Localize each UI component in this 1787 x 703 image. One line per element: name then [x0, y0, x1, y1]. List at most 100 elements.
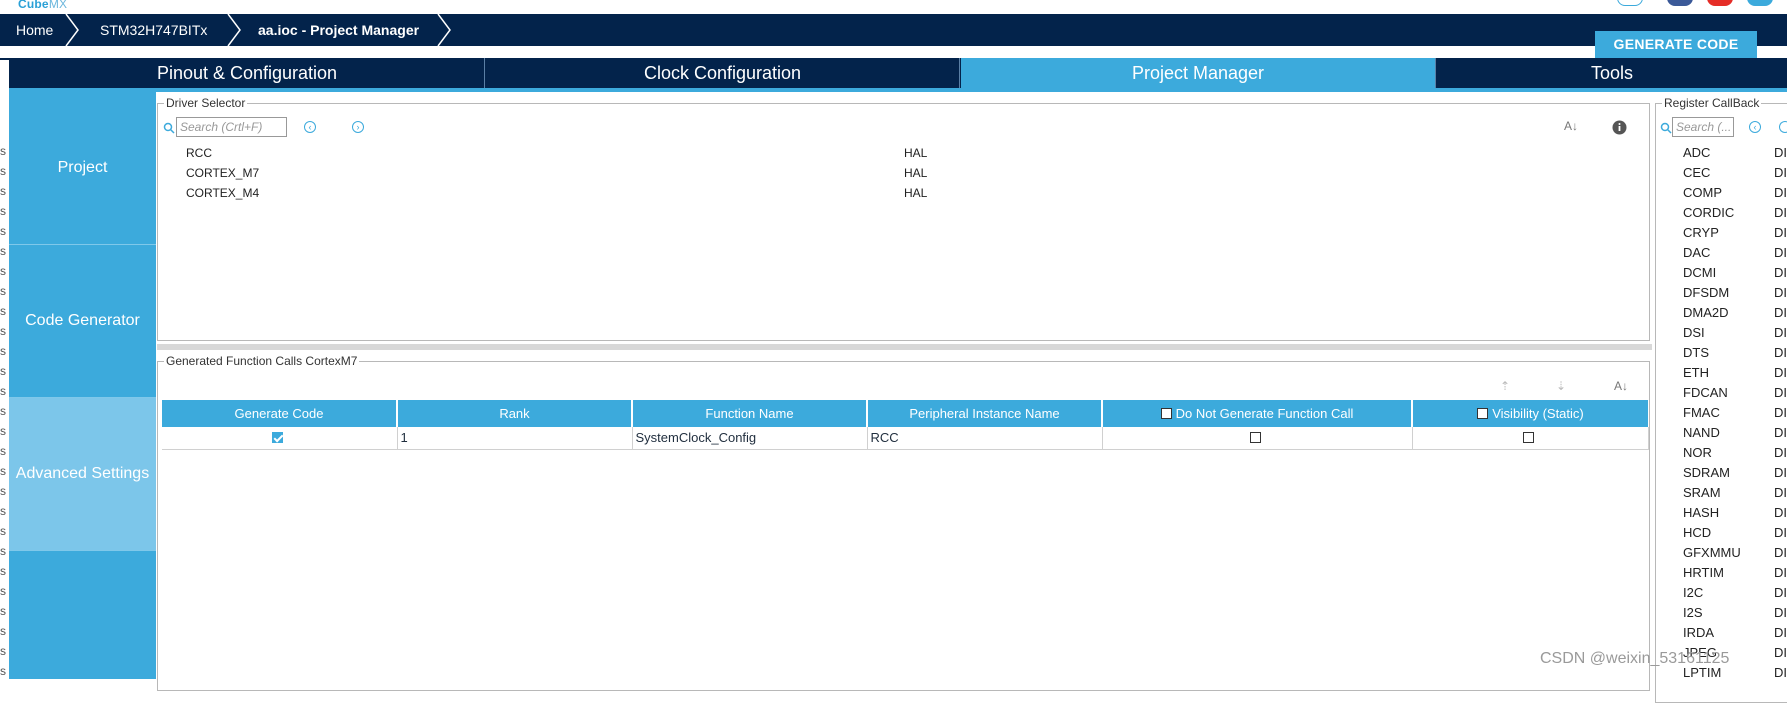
- callback-value[interactable]: DI: [1774, 385, 1787, 400]
- callback-value[interactable]: DI: [1774, 165, 1787, 180]
- callback-item[interactable]: CORDIC: [1683, 205, 1734, 220]
- callback-value[interactable]: DI: [1774, 445, 1787, 460]
- sort-up-icon[interactable]: ⇡: [1500, 379, 1510, 393]
- callback-value[interactable]: DI: [1774, 345, 1787, 360]
- callback-item[interactable]: DTS: [1683, 345, 1709, 360]
- callback-item[interactable]: I2C: [1683, 585, 1703, 600]
- header-checkbox[interactable]: [1477, 408, 1489, 420]
- column-rank[interactable]: Rank: [397, 400, 633, 427]
- callback-value[interactable]: DI: [1774, 325, 1787, 340]
- visibility-static-checkbox[interactable]: [1522, 432, 1534, 444]
- callback-value[interactable]: DI: [1774, 365, 1787, 380]
- callback-item[interactable]: DCMI: [1683, 265, 1716, 280]
- callback-value[interactable]: DI: [1774, 205, 1787, 220]
- callback-value[interactable]: DI: [1774, 605, 1787, 620]
- tab-clock[interactable]: Clock Configuration: [486, 58, 960, 88]
- callback-value[interactable]: DI: [1774, 505, 1787, 520]
- driver-row[interactable]: CORTEX_M7 HAL: [186, 163, 1286, 183]
- callback-value[interactable]: DI: [1774, 265, 1787, 280]
- twitter-icon[interactable]: [1747, 0, 1773, 6]
- previous-icon[interactable]: ‹: [1749, 121, 1761, 133]
- tab-project-manager[interactable]: Project Manager: [961, 58, 1436, 88]
- callback-item[interactable]: CEC: [1683, 165, 1710, 180]
- callback-item[interactable]: HASH: [1683, 505, 1719, 520]
- table-row[interactable]: 1 SystemClock_Config RCC: [162, 427, 1649, 450]
- generate-code-checkbox[interactable]: [271, 432, 283, 444]
- globe-icon[interactable]: [1617, 0, 1643, 6]
- callback-item[interactable]: NAND: [1683, 425, 1720, 440]
- callback-value[interactable]: DI: [1774, 225, 1787, 240]
- callback-item[interactable]: DSI: [1683, 325, 1705, 340]
- callback-item[interactable]: HRTIM: [1683, 565, 1724, 580]
- callback-value[interactable]: DI: [1774, 245, 1787, 260]
- callback-item[interactable]: SRAM: [1683, 485, 1721, 500]
- callback-value[interactable]: DI: [1774, 625, 1787, 640]
- callback-item[interactable]: HCD: [1683, 525, 1711, 540]
- generate-code-button[interactable]: GENERATE CODE: [1595, 31, 1757, 58]
- sort-az-icon[interactable]: A↓: [1614, 379, 1628, 393]
- callback-value[interactable]: DI: [1774, 405, 1787, 420]
- search-icon: [1660, 122, 1672, 134]
- callback-value[interactable]: DI: [1774, 645, 1787, 660]
- callback-item[interactable]: CRYP: [1683, 225, 1719, 240]
- callback-item[interactable]: FDCAN: [1683, 385, 1728, 400]
- sort-down-icon[interactable]: ⇣: [1556, 379, 1566, 393]
- callback-value[interactable]: DI: [1774, 525, 1787, 540]
- rank-cell[interactable]: 1: [397, 427, 633, 450]
- column-function-name[interactable]: Function Name: [632, 400, 868, 427]
- next-icon[interactable]: ›: [352, 121, 364, 133]
- chevron-right-icon: [437, 14, 451, 46]
- callback-value[interactable]: DI: [1774, 585, 1787, 600]
- facebook-icon[interactable]: [1667, 0, 1693, 6]
- next-icon[interactable]: [1779, 121, 1787, 133]
- sidebar-item-advanced-settings[interactable]: Advanced Settings: [9, 398, 156, 551]
- callback-value[interactable]: DI: [1774, 665, 1787, 680]
- callback-value[interactable]: DI: [1774, 185, 1787, 200]
- callback-item[interactable]: FMAC: [1683, 405, 1720, 420]
- youtube-icon[interactable]: [1707, 0, 1733, 6]
- callback-item[interactable]: GFXMMU: [1683, 545, 1741, 560]
- callback-item[interactable]: ETH: [1683, 365, 1709, 380]
- callback-value[interactable]: DI: [1774, 465, 1787, 480]
- sidebar-item-project[interactable]: Project: [9, 92, 156, 245]
- callback-value[interactable]: DI: [1774, 425, 1787, 440]
- callback-item[interactable]: DMA2D: [1683, 305, 1729, 320]
- callback-value[interactable]: DI: [1774, 545, 1787, 560]
- sidebar-item-code-generator[interactable]: Code Generator: [9, 245, 156, 398]
- tab-pinout[interactable]: Pinout & Configuration: [10, 58, 485, 88]
- info-icon[interactable]: [1612, 120, 1627, 135]
- callback-item[interactable]: ADC: [1683, 145, 1710, 160]
- header-checkbox[interactable]: [1160, 408, 1172, 420]
- sort-az-icon[interactable]: A↓: [1564, 119, 1578, 133]
- breadcrumb-project[interactable]: aa.ioc - Project Manager: [258, 14, 419, 46]
- callback-search-input[interactable]: Search (...: [1672, 117, 1734, 137]
- breadcrumb-home[interactable]: Home: [16, 14, 53, 46]
- column-visibility-static[interactable]: Visibility (Static): [1412, 400, 1648, 427]
- do-not-generate-checkbox[interactable]: [1249, 432, 1261, 444]
- callback-item[interactable]: NOR: [1683, 445, 1712, 460]
- callback-value[interactable]: DI: [1774, 285, 1787, 300]
- breadcrumb-device[interactable]: STM32H747BITx: [100, 14, 207, 46]
- column-generate-code[interactable]: Generate Code: [162, 400, 398, 427]
- callback-item[interactable]: SDRAM: [1683, 465, 1730, 480]
- driver-row[interactable]: RCC HAL: [186, 143, 1286, 163]
- callback-value[interactable]: DI: [1774, 305, 1787, 320]
- driver-row[interactable]: CORTEX_M4 HAL: [186, 183, 1286, 203]
- callback-item[interactable]: IRDA: [1683, 625, 1714, 640]
- driver-search-input[interactable]: Search (Crtl+F): [176, 117, 287, 137]
- callback-item[interactable]: DAC: [1683, 245, 1710, 260]
- cropped-text-fragment: s: [0, 564, 6, 578]
- column-peripheral-instance[interactable]: Peripheral Instance Name: [867, 400, 1103, 427]
- callback-item[interactable]: DFSDM: [1683, 285, 1729, 300]
- panel-splitter[interactable]: [157, 344, 1652, 350]
- driver-name: CORTEX_M7: [186, 166, 260, 180]
- previous-icon[interactable]: ‹: [304, 121, 316, 133]
- callback-item[interactable]: COMP: [1683, 185, 1722, 200]
- tab-tools[interactable]: Tools: [1437, 58, 1787, 88]
- callback-value[interactable]: DI: [1774, 145, 1787, 160]
- callback-value[interactable]: DI: [1774, 485, 1787, 500]
- sidebar-item-label: Project: [57, 159, 108, 176]
- callback-value[interactable]: DI: [1774, 565, 1787, 580]
- column-do-not-generate[interactable]: Do Not Generate Function Call: [1102, 400, 1413, 427]
- callback-item[interactable]: I2S: [1683, 605, 1703, 620]
